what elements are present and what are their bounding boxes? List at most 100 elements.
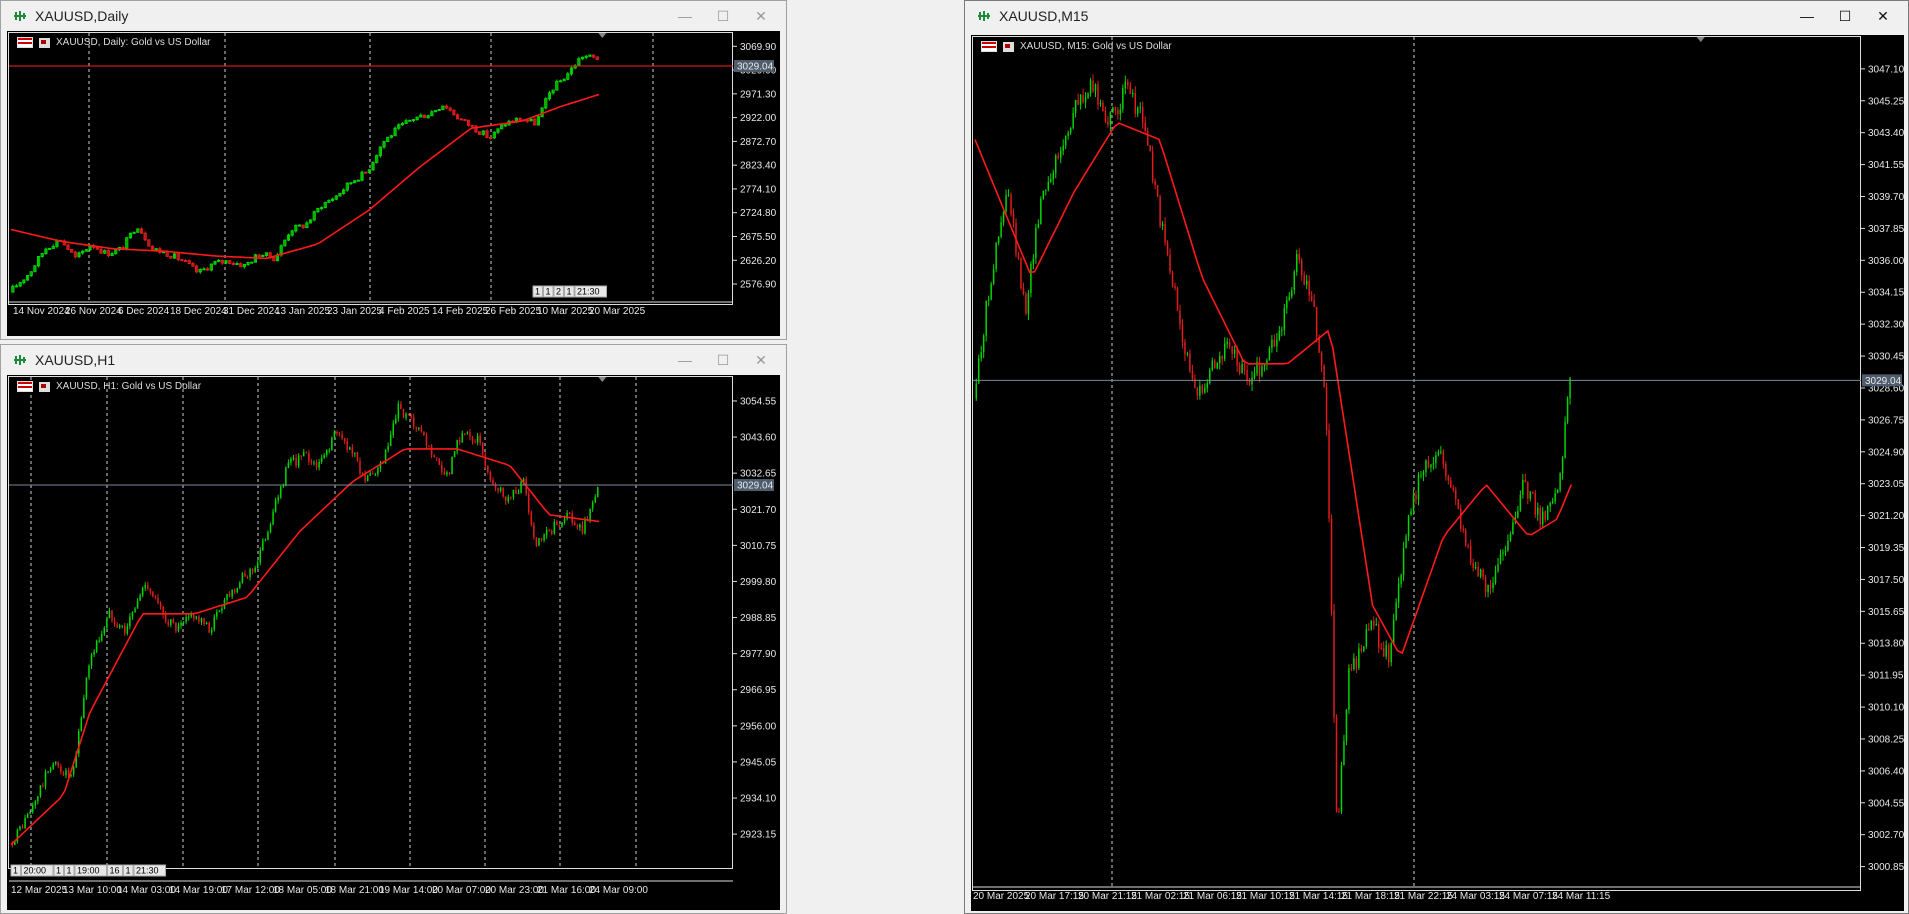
candle-body (1370, 620, 1373, 630)
price-chart[interactable]: 3047.10 3045.25 3043.40 3041.55 3039.70 3037.… (971, 35, 1904, 911)
candle-body (116, 624, 118, 628)
x-tick-label: 18 Dec 2024 (170, 306, 227, 317)
candle-body (1151, 151, 1154, 181)
y-tick-label: 3034.15 (1868, 288, 1904, 299)
candle-body (67, 770, 70, 776)
candle-body (100, 633, 103, 641)
y-tick-label: 2934.10 (740, 794, 777, 805)
x-tick-label: 21 Mar 10:15 (1236, 891, 1295, 902)
minimize-button[interactable]: — (666, 345, 704, 375)
chart-shift-marker[interactable] (598, 33, 607, 38)
chart-shift-marker[interactable] (1696, 37, 1705, 42)
candle-body (545, 529, 548, 536)
close-button[interactable]: ✕ (742, 1, 780, 31)
candle-body (1462, 528, 1464, 531)
candle-body (1127, 81, 1129, 86)
chart-picture-icon (39, 381, 50, 392)
candle-body (594, 496, 596, 503)
candle-body (1360, 648, 1363, 651)
candle-body (497, 488, 499, 491)
chart-area[interactable]: 3047.10 3045.25 3043.40 3041.55 3039.70 3037.… (971, 35, 1904, 911)
candle-body (1042, 190, 1045, 199)
chart-window-h1[interactable]: XAUUSD,H1 — ☐ ✕ 3054.55 3043.60 3032.65 302… (0, 344, 787, 914)
chart-header-text: XAUUSD, M15: Gold vs US Dollar (1020, 41, 1172, 52)
candle-body (290, 458, 292, 463)
window-titlebar[interactable]: XAUUSD,H1 — ☐ ✕ (1, 345, 786, 375)
candle-body (351, 447, 354, 454)
chart-area[interactable]: 3069.903020.602971.302922.002872.702823.… (7, 31, 780, 336)
candle-body (1002, 211, 1005, 223)
candle-body (466, 432, 469, 434)
candle-body (443, 471, 446, 475)
close-button[interactable]: ✕ (1864, 1, 1902, 31)
candle-body (1164, 223, 1166, 243)
candle-body (1025, 294, 1027, 314)
candle-body (1551, 501, 1554, 504)
candle-body (1288, 296, 1291, 300)
candle-body (515, 489, 517, 494)
candle-body (1474, 566, 1477, 569)
candle-body (1335, 717, 1338, 812)
candle-body (1293, 272, 1296, 291)
candle-body (141, 587, 144, 596)
candle-body (256, 562, 259, 569)
chart-header: XAUUSD, H1: Gold vs US Dollar (17, 381, 201, 392)
candle-body (1549, 503, 1551, 507)
x-tick-label: 12 Mar 2025 (11, 885, 68, 896)
candle-body (1067, 132, 1069, 136)
candle-body (1497, 564, 1499, 572)
candle-body (1373, 620, 1375, 626)
candle-body (446, 472, 448, 475)
candle-body (1410, 511, 1412, 516)
candle-body (147, 585, 149, 589)
close-button[interactable]: ✕ (742, 345, 780, 375)
candle-body (1064, 135, 1067, 146)
price-chart[interactable]: 3054.55 3043.60 3032.65 3021.70 3010.75 2999.… (7, 375, 780, 910)
price-chart[interactable]: 3069.903020.602971.302922.002872.702823.… (7, 31, 780, 336)
chart-window-m15[interactable]: XAUUSD,M15 — ☐ ✕ 3047.10 3045.25 3043.40 30… (964, 0, 1909, 914)
moving-average-line (10, 448, 600, 846)
x-tick-label: 23 Jan 2025 (327, 306, 382, 317)
candle-body (1556, 489, 1559, 494)
window-titlebar[interactable]: XAUUSD,Daily — ☐ ✕ (1, 1, 786, 31)
candle-body (1253, 373, 1256, 378)
candle-body (499, 487, 502, 491)
candle-body (231, 589, 233, 597)
candle-body (1159, 196, 1161, 226)
minimize-button[interactable]: — (666, 1, 704, 31)
candle-body (591, 502, 594, 509)
candle-body (530, 512, 533, 525)
x-tick-label: 24 Mar 03:15 (1446, 891, 1505, 902)
candle-body (995, 242, 997, 270)
window-titlebar[interactable]: XAUUSD,M15 — ☐ ✕ (965, 1, 1908, 31)
period-badge-label: 19:00 (77, 866, 100, 876)
candle-body (318, 461, 320, 468)
maximize-button[interactable]: ☐ (704, 345, 742, 375)
candle-body (1546, 506, 1549, 520)
candle-body (250, 261, 254, 264)
candle-body (1007, 194, 1010, 196)
chart-window-daily[interactable]: XAUUSD,Daily — ☐ ✕ 3069.903020.602971.30… (0, 0, 787, 340)
window-title: XAUUSD,Daily (35, 8, 129, 24)
candle-body (1420, 474, 1422, 476)
y-tick-label: 3004.55 (1868, 798, 1904, 809)
candle-body (484, 454, 487, 466)
candle-body (489, 472, 492, 480)
maximize-button[interactable]: ☐ (704, 1, 742, 31)
candle-body (1343, 741, 1345, 766)
chart-shift-marker[interactable] (598, 377, 607, 382)
candle-body (336, 431, 338, 434)
candle-body (195, 616, 198, 619)
candle-body (1236, 349, 1238, 366)
maximize-button[interactable]: ☐ (1826, 1, 1864, 31)
candle-body (563, 518, 566, 523)
candle-body (997, 236, 1000, 243)
candle-body (221, 608, 223, 611)
candle-body (44, 771, 47, 787)
minimize-button[interactable]: — (1788, 1, 1826, 31)
candle-body (1541, 511, 1544, 525)
candle-body (1199, 385, 1201, 396)
candle-body (1305, 280, 1308, 285)
chart-area[interactable]: 3054.55 3043.60 3032.65 3021.70 3010.75 2999.… (7, 375, 780, 910)
candle-body (154, 596, 157, 598)
